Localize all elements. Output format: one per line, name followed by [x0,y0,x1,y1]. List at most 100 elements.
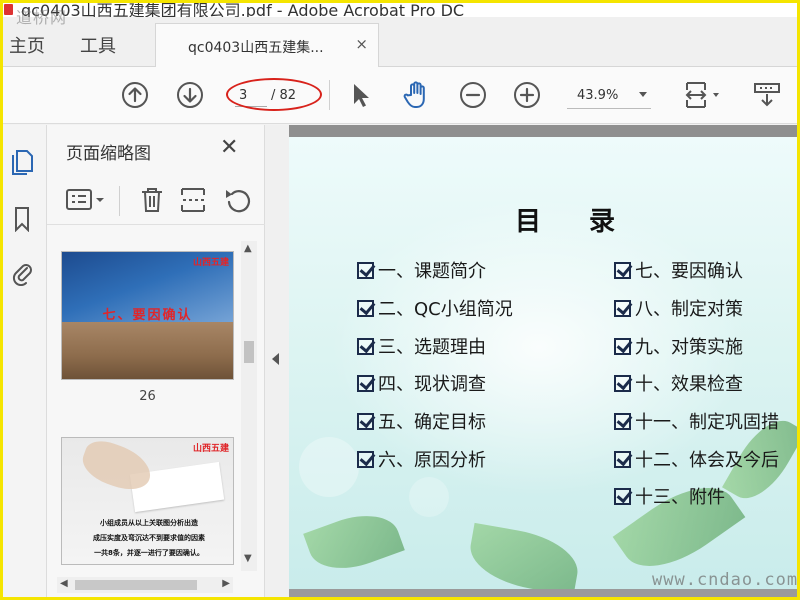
thumbnail-caption: 七、要因确认 [102,308,193,323]
bokeh-circle [299,437,359,497]
bookmarks-button[interactable] [9,205,35,233]
arrow-down-icon [177,82,203,108]
arrow-up-icon [122,82,148,108]
toc-item-left: 一、课题简介 [357,257,486,283]
checkbox-icon [357,450,374,468]
chevron-down-icon [639,92,647,97]
delete-page-button[interactable] [137,185,167,215]
thumbnail-vertical-scrollbar[interactable]: ▲ ▼ [241,241,257,571]
thumbnail-text-line: 成压实度及弯沉达不到要求值的因素 [93,534,205,542]
scroll-right-icon[interactable]: ▶ [222,578,230,589]
toc-item-left: 三、选题理由 [357,333,486,359]
tab-document-label: qc0403山西五建集... [188,40,324,56]
scrollbar-thumb[interactable] [75,580,197,590]
panel-title: 页面缩略图 [66,144,151,164]
attachments-button[interactable] [9,259,35,287]
panel-collapse-strip[interactable] [265,125,289,597]
tab-bar: 主页 工具 qc0403山西五建集... × [3,17,797,68]
toolbar: 3 / 82 43.9% [3,67,797,124]
toolbar-more-button[interactable] [749,80,785,110]
checkbox-icon [357,337,374,355]
toc-item-right: 十、效果检查 [614,370,743,396]
toc-item-left: 六、原因分析 [357,446,486,472]
leaf-decoration [465,522,583,589]
toc-item-left: 四、现状调查 [357,370,486,396]
close-panel-icon[interactable]: ✕ [220,135,238,160]
thumbnail-panel: 页面缩略图 ✕ 山西五建 七、要因确认 26 山西五建 小组成员从以上关联图分析… [47,125,265,597]
thumbnail-horizontal-scrollbar[interactable]: ◀ ▶ [57,577,233,593]
toc-item-right: 八、制定对策 [614,295,743,321]
scrollbar-thumb[interactable] [244,341,254,363]
insert-pages-icon [181,188,205,212]
page-layout-button[interactable] [681,80,725,110]
page-thumbnail[interactable]: 山西五建 小组成员从以上关联图分析出造 成压实度及弯沉达不到要求值的因素 一共8… [61,437,234,565]
bookmark-icon [15,207,29,232]
zoom-in-button[interactable] [512,80,542,110]
scroll-left-icon[interactable]: ◀ [60,578,68,589]
title-bar: qc0403山西五建集团有限公司.pdf - Adobe Acrobat Pro… [3,3,797,17]
scroll-down-icon[interactable]: ▼ [244,553,252,564]
tab-tools[interactable]: 工具 [80,32,116,58]
collapse-arrow-icon[interactable] [272,353,279,365]
toc-item-left: 二、QC小组简况 [357,295,513,321]
page-gap-bottom [289,589,797,597]
hand-icon [403,81,425,108]
page-heading: 目录 [515,207,664,237]
checkbox-icon [614,450,631,468]
tab-home[interactable]: 主页 [9,32,45,58]
checkbox-icon [357,374,374,392]
panel-toolbar [47,177,265,225]
thumbnail-page-number: 26 [139,389,156,404]
rotate-page-button[interactable] [222,185,252,215]
thumbnail-text: 小组成员从以上关联图分析出造 成压实度及弯沉达不到要求值的因素 一共8条，并逐一… [68,516,230,561]
toc-item-right: 十二、体会及今后 [614,446,779,472]
toc-item-left: 五、确定目标 [357,408,486,434]
pdf-page: 目录 一、课题简介 二、QC小组简况 三、选题理由 四、现状调查 五、确定目标 … [289,137,797,589]
checkbox-icon [614,412,631,430]
window-title: qc0403山西五建集团有限公司.pdf - Adobe Acrobat Pro… [21,3,465,17]
leaf-decoration [303,503,405,581]
zoom-level-value: 43.9% [577,88,619,103]
options-menu-icon [66,189,104,210]
thumbnail-options-button[interactable] [65,185,109,215]
insert-page-button[interactable] [178,185,208,215]
pdf-file-icon [4,4,13,15]
rotate-icon [226,190,251,213]
close-tab-icon[interactable]: × [355,35,368,53]
thumbnail-ground [62,321,233,379]
checkbox-icon [614,374,631,392]
zoom-level-select[interactable]: 43.9% [567,85,651,109]
hand-tool-button[interactable] [402,80,432,110]
page-gap [289,125,797,137]
next-page-button[interactable] [175,80,205,110]
pages-icon [12,150,33,175]
annotation-ellipse [226,78,322,111]
toolbar-menu-icon [754,83,780,107]
tab-document[interactable]: qc0403山西五建集... × [155,23,379,68]
checkbox-icon [357,412,374,430]
panel-separator [119,186,120,216]
company-logo: 山西五建 [192,258,229,268]
thumbnail-text-line: 小组成员从以上关联图分析出造 [100,519,198,527]
document-view[interactable]: 目录 一、课题简介 二、QC小组简况 三、选题理由 四、现状调查 五、确定目标 … [289,125,797,597]
toc-item-right: 十三、附件 [614,483,725,509]
page-thumbnails-button[interactable] [9,147,35,175]
page-thumbnail[interactable]: 山西五建 七、要因确认 [61,251,234,380]
thumbnail-text-line: 一共8条，并逐一进行了要因确认。 [94,549,204,557]
checkbox-icon [614,299,631,317]
select-tool-button[interactable] [346,80,376,110]
toolbar-separator [329,80,330,110]
zoom-in-icon [514,82,540,108]
trash-icon [142,188,162,212]
zoom-out-icon [460,82,486,108]
scroll-up-icon[interactable]: ▲ [244,243,252,254]
checkbox-icon [614,487,631,505]
zoom-out-button[interactable] [458,80,488,110]
toc-item-right: 十一、制定巩固措 [614,408,779,434]
toc-item-right: 九、对策实施 [614,333,743,359]
company-logo: 山西五建 [192,444,229,454]
fit-page-icon [685,82,719,108]
checkbox-icon [357,299,374,317]
checkbox-icon [614,261,631,279]
prev-page-button[interactable] [120,80,150,110]
